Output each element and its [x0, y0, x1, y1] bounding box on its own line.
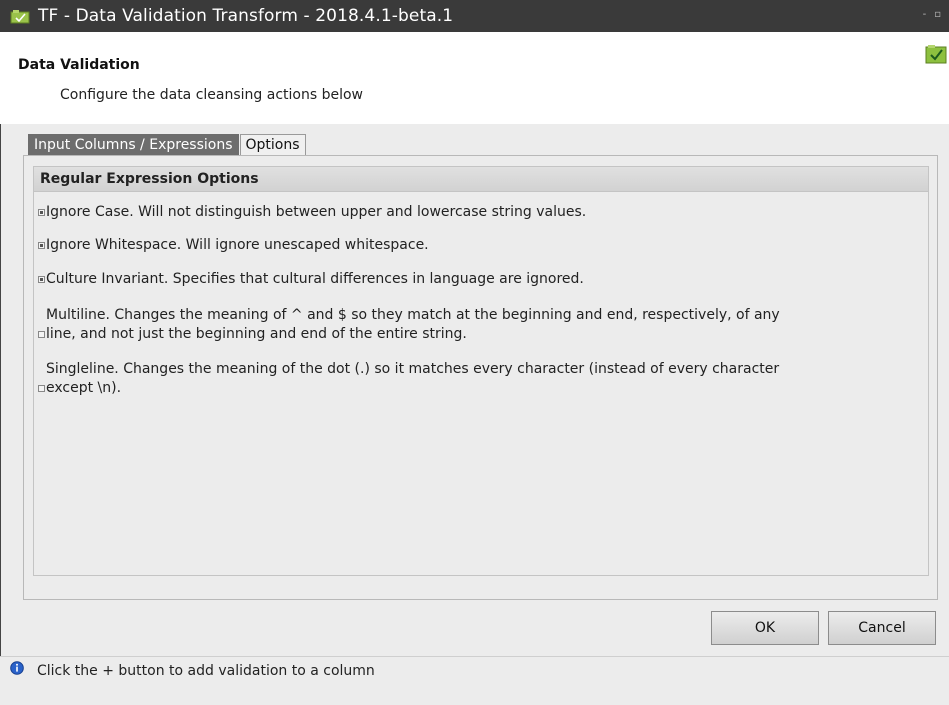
multiline-checkbox[interactable] — [38, 331, 45, 338]
page-title: Data Validation — [18, 57, 140, 73]
cancel-button[interactable]: Cancel — [828, 611, 936, 645]
regex-options-group: Regular Expression Options Ignore Case. … — [33, 166, 929, 576]
group-title: Regular Expression Options — [34, 167, 928, 192]
singleline-label: Singleline. Changes the meaning of the d… — [46, 361, 780, 396]
tab-strip: Input Columns / Expressions Options — [28, 134, 307, 156]
window-titlebar: TF - Data Validation Transform - 2018.4.… — [0, 0, 949, 32]
option-culture-invariant[interactable]: Culture Invariant. Specifies that cultur… — [38, 270, 798, 289]
maximize-button[interactable]: ▫ — [934, 9, 941, 20]
singleline-checkbox[interactable] — [38, 385, 45, 392]
window-title: TF - Data Validation Transform - 2018.4.… — [38, 6, 454, 26]
culture-invariant-checkbox[interactable] — [38, 276, 45, 283]
status-bar: Click the + button to add validation to … — [0, 656, 949, 705]
dialog-header: Data Validation Configure the data clean… — [0, 32, 949, 124]
multiline-label: Multiline. Changes the meaning of ^ and … — [46, 307, 780, 342]
ignore-case-label: Ignore Case. Will not distinguish betwee… — [46, 204, 587, 220]
options-panel: Regular Expression Options Ignore Case. … — [23, 155, 938, 600]
ignore-whitespace-label: Ignore Whitespace. Will ignore unescaped… — [46, 237, 429, 253]
option-multiline[interactable]: Multiline. Changes the meaning of ^ and … — [38, 306, 798, 344]
ignore-case-checkbox[interactable] — [38, 209, 45, 216]
minimize-button[interactable]: - — [923, 9, 927, 20]
info-icon — [10, 661, 24, 675]
tab-options[interactable]: Options — [239, 134, 306, 156]
option-singleline[interactable]: Singleline. Changes the meaning of the d… — [38, 360, 798, 398]
window-left-border — [0, 32, 1, 704]
validation-check-icon — [925, 45, 947, 64]
ignore-whitespace-checkbox[interactable] — [38, 242, 45, 249]
culture-invariant-label: Culture Invariant. Specifies that cultur… — [46, 271, 584, 287]
app-icon — [10, 9, 30, 23]
tab-input-columns[interactable]: Input Columns / Expressions — [28, 134, 239, 156]
window-controls: - ▫ — [923, 9, 941, 20]
ok-button[interactable]: OK — [711, 611, 819, 645]
option-ignore-case[interactable]: Ignore Case. Will not distinguish betwee… — [38, 203, 798, 222]
option-ignore-whitespace[interactable]: Ignore Whitespace. Will ignore unescaped… — [38, 236, 798, 255]
status-message: Click the + button to add validation to … — [37, 663, 375, 679]
page-subtitle: Configure the data cleansing actions bel… — [60, 87, 364, 103]
